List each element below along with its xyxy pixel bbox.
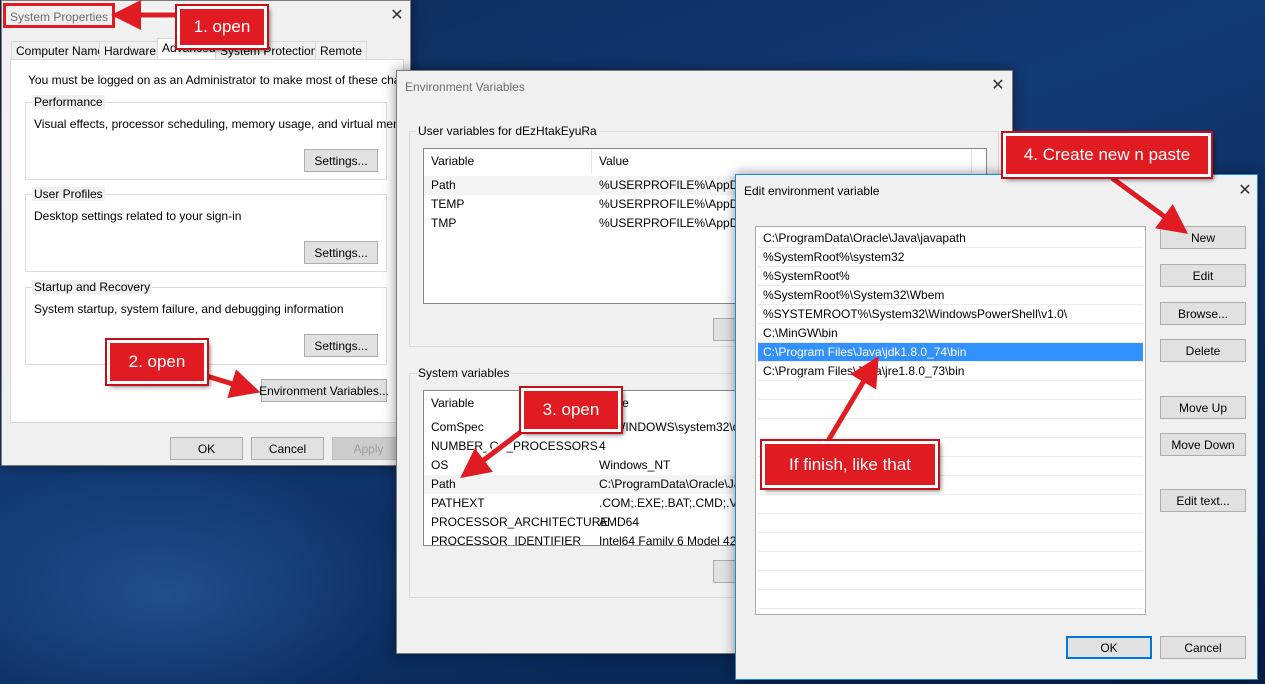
user-profiles-label: User Profiles	[32, 187, 105, 201]
close-icon[interactable]: ✕	[389, 8, 405, 24]
tab-computer-name[interactable]: Computer Name	[11, 41, 110, 59]
edit-text-button[interactable]: Edit text...	[1160, 489, 1246, 512]
cancel-button[interactable]: Cancel	[1160, 636, 1246, 659]
finish-callout: If finish, like that	[760, 439, 940, 490]
list-item[interactable]: %SystemRoot%\system32	[758, 248, 1143, 267]
column-header-variable[interactable]: Variable	[424, 149, 592, 173]
new-button[interactable]: New	[1160, 226, 1246, 249]
user-profiles-group: User Profiles Desktop settings related t…	[25, 187, 387, 272]
startup-settings-button[interactable]: Settings...	[304, 334, 378, 357]
move-up-button[interactable]: Move Up	[1160, 396, 1246, 419]
delete-button[interactable]: Delete	[1160, 339, 1246, 362]
empty-row	[758, 552, 1143, 571]
system-properties-window: System Properties ✕ Computer Name Hardwa…	[1, 0, 430, 466]
tab-remote[interactable]: Remote	[315, 41, 368, 59]
startup-recovery-desc: System startup, system failure, and debu…	[34, 302, 344, 316]
performance-desc: Visual effects, processor scheduling, me…	[34, 117, 420, 131]
list-item[interactable]: %SystemRoot%	[758, 267, 1143, 286]
startup-recovery-label: Startup and Recovery	[32, 280, 153, 294]
tab-panel: You must be logged on as an Administrato…	[10, 59, 430, 423]
step2-callout: 2. open	[105, 338, 209, 386]
empty-row	[758, 590, 1143, 609]
step4-callout: 4. Create new n paste	[1001, 131, 1213, 179]
empty-row	[758, 381, 1143, 400]
edit-button[interactable]: Edit	[1160, 264, 1246, 287]
performance-group: Performance Visual effects, processor sc…	[25, 95, 420, 180]
column-header-value[interactable]: Value	[592, 149, 972, 173]
environment-variables-button[interactable]: Environment Variables...	[259, 379, 389, 402]
desktop-background	[0, 460, 420, 684]
title-highlight-box	[3, 3, 115, 28]
step3-callout: 3. open	[519, 386, 623, 434]
move-down-button[interactable]: Move Down	[1160, 433, 1246, 456]
performance-settings-button[interactable]: Settings...	[304, 149, 378, 172]
performance-label: Performance	[32, 95, 105, 109]
path-list[interactable]: C:\ProgramData\Oracle\Java\javapath %Sys…	[755, 226, 1146, 615]
browse-button[interactable]: Browse...	[1160, 302, 1246, 325]
list-item[interactable]: C:\MinGW\bin	[758, 324, 1143, 343]
list-item[interactable]: C:\Program Files\Java\jre1.8.0_73\bin	[758, 362, 1143, 381]
list-item-selected[interactable]: C:\Program Files\Java\jdk1.8.0_74\bin	[758, 343, 1143, 362]
empty-row	[758, 571, 1143, 590]
user-variables-label: User variables for dEzHtakEyuRa	[416, 124, 599, 138]
close-icon[interactable]: ✕	[990, 78, 1006, 94]
edit-environment-variable-window: Edit environment variable ✕ C:\ProgramDa…	[735, 174, 1258, 680]
empty-row	[758, 400, 1143, 419]
ok-button[interactable]: OK	[1066, 636, 1152, 659]
close-icon[interactable]: ✕	[1237, 183, 1253, 199]
window-title: Edit environment variable	[744, 184, 880, 198]
tab-hardware[interactable]: Hardware	[99, 41, 162, 59]
user-profiles-settings-button[interactable]: Settings...	[304, 241, 378, 264]
list-item[interactable]: %SystemRoot%\System32\Wbem	[758, 286, 1143, 305]
system-variables-label: System variables	[416, 366, 512, 380]
apply-button[interactable]: Apply	[332, 437, 405, 460]
admin-note: You must be logged on as an Administrato…	[28, 73, 430, 87]
step1-callout: 1. open	[175, 4, 269, 50]
window-title: Environment Variables	[405, 80, 525, 94]
user-profiles-desc: Desktop settings related to your sign-in	[34, 209, 242, 223]
empty-row	[758, 495, 1143, 514]
list-item[interactable]: C:\ProgramData\Oracle\Java\javapath	[758, 229, 1143, 248]
empty-row	[758, 533, 1143, 552]
ok-button[interactable]: OK	[170, 437, 243, 460]
empty-row	[758, 419, 1143, 438]
cancel-button[interactable]: Cancel	[251, 437, 324, 460]
list-item[interactable]: %SYSTEMROOT%\System32\WindowsPowerShell\…	[758, 305, 1143, 324]
empty-row	[758, 514, 1143, 533]
